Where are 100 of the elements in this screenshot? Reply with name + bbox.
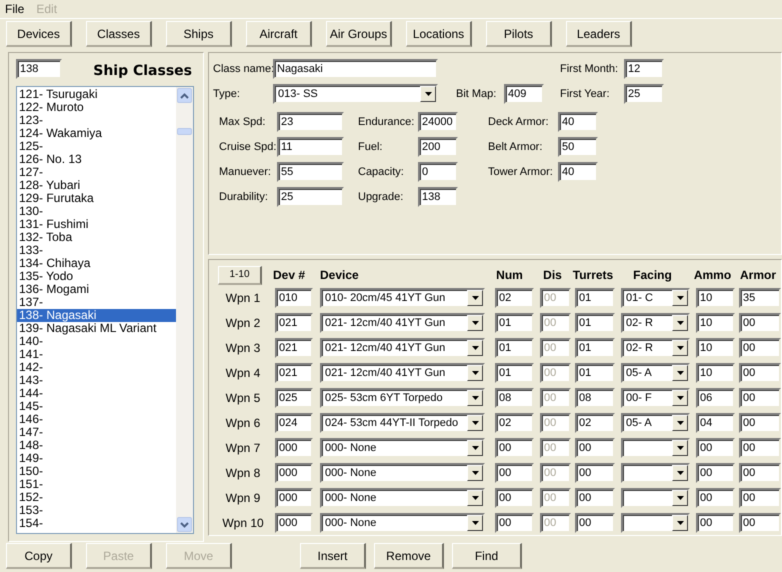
facing-dropdown[interactable]: 05- A [621, 362, 690, 382]
ammo-field[interactable]: 00 [696, 438, 735, 458]
num-field[interactable]: 00 [495, 512, 534, 532]
nav-button[interactable]: Air Groups [326, 21, 392, 47]
device-number-field[interactable]: 021 [275, 312, 313, 332]
action-button[interactable]: Find [452, 543, 522, 569]
armor-field[interactable]: 00 [739, 462, 781, 482]
list-item[interactable]: 135- Yodo [17, 270, 176, 283]
nav-button[interactable]: Aircraft [246, 21, 312, 47]
nav-button[interactable]: Pilots [486, 21, 552, 47]
turrets-field[interactable]: 00 [575, 438, 615, 458]
nav-button[interactable]: Classes [86, 21, 152, 47]
turrets-field[interactable]: 00 [575, 512, 615, 532]
action-button[interactable]: Insert [300, 543, 366, 569]
armor-field[interactable]: 00 [739, 338, 781, 358]
num-field[interactable]: 00 [495, 488, 534, 508]
device-number-field[interactable]: 021 [275, 362, 313, 382]
device-number-field[interactable]: 000 [275, 462, 313, 482]
list-item[interactable]: 145- [17, 400, 176, 413]
armor-field[interactable]: 00 [739, 312, 781, 332]
nav-button[interactable]: Locations [406, 21, 472, 47]
nav-button[interactable]: Devices [6, 21, 72, 47]
facing-dropdown[interactable]: 05- A [621, 412, 690, 432]
num-field[interactable]: 08 [495, 388, 534, 408]
first-year-field[interactable]: 25 [624, 84, 664, 104]
device-dropdown[interactable]: 024- 53cm 44YT-II Torpedo [320, 412, 485, 432]
num-field[interactable]: 00 [495, 438, 534, 458]
device-number-field[interactable]: 000 [275, 512, 313, 532]
list-item[interactable]: 146- [17, 413, 176, 426]
nav-button[interactable]: Ships [166, 21, 232, 47]
turrets-field[interactable]: 08 [575, 388, 615, 408]
device-dropdown[interactable]: 000- None [320, 462, 485, 482]
facing-dropdown[interactable]: 00- F [621, 388, 690, 408]
list-item[interactable]: 141- [17, 348, 176, 361]
list-item[interactable]: 138- Nagasaki [17, 309, 176, 322]
nav-button[interactable]: Leaders [566, 21, 632, 47]
scroll-up-button[interactable] [177, 88, 192, 103]
list-item[interactable]: 144- [17, 387, 176, 400]
list-item[interactable]: 124- Wakamiya [17, 127, 176, 140]
scrollbar-thumb[interactable] [177, 128, 192, 135]
list-item[interactable]: 143- [17, 374, 176, 387]
scroll-down-button[interactable] [177, 517, 192, 532]
stat-field[interactable]: 50 [558, 137, 598, 157]
ammo-field[interactable]: 00 [696, 512, 735, 532]
list-item[interactable]: 150- [17, 465, 176, 478]
device-number-field[interactable]: 021 [275, 338, 313, 358]
stat-field[interactable]: 40 [558, 162, 598, 182]
facing-dropdown[interactable] [621, 462, 690, 482]
armor-field[interactable]: 00 [739, 512, 781, 532]
facing-dropdown[interactable]: 01- C [621, 288, 690, 308]
stat-field[interactable]: 200 [418, 137, 458, 157]
facing-dropdown[interactable] [621, 512, 690, 532]
stat-field[interactable]: 24000 [418, 112, 458, 132]
device-dropdown[interactable]: 021- 12cm/40 41YT Gun [320, 362, 485, 382]
num-field[interactable]: 01 [495, 338, 534, 358]
armor-field[interactable]: 00 [739, 388, 781, 408]
first-month-field[interactable]: 12 [624, 59, 664, 79]
stat-field[interactable]: 40 [558, 112, 598, 132]
turrets-field[interactable]: 02 [575, 412, 615, 432]
stat-field[interactable]: 25 [277, 187, 344, 207]
list-item[interactable]: 134- Chihaya [17, 257, 176, 270]
ammo-field[interactable]: 00 [696, 488, 735, 508]
num-field[interactable]: 02 [495, 412, 534, 432]
list-item[interactable]: 133- [17, 244, 176, 257]
list-item[interactable]: 154- [17, 517, 176, 530]
class-name-field[interactable]: Nagasaki [273, 59, 438, 79]
device-number-field[interactable]: 000 [275, 438, 313, 458]
list-item[interactable]: 128- Yubari [17, 179, 176, 192]
num-field[interactable]: 00 [495, 462, 534, 482]
menu-item[interactable]: File [5, 2, 24, 16]
list-item[interactable]: 149- [17, 452, 176, 465]
type-dropdown[interactable]: 013- SS [273, 84, 438, 104]
list-item[interactable]: 148- [17, 439, 176, 452]
device-dropdown[interactable]: 000- None [320, 438, 485, 458]
turrets-field[interactable]: 00 [575, 462, 615, 482]
ammo-field[interactable]: 00 [696, 462, 735, 482]
search-field[interactable]: 138 [16, 59, 62, 79]
armor-field[interactable]: 00 [739, 438, 781, 458]
num-field[interactable]: 01 [495, 362, 534, 382]
list-item[interactable]: 153- [17, 504, 176, 517]
list-item[interactable]: 147- [17, 426, 176, 439]
turrets-field[interactable]: 01 [575, 288, 615, 308]
list-item[interactable]: 125- [17, 140, 176, 153]
ammo-field[interactable]: 10 [696, 338, 735, 358]
facing-dropdown[interactable] [621, 488, 690, 508]
facing-dropdown[interactable] [621, 438, 690, 458]
device-dropdown[interactable]: 010- 20cm/45 41YT Gun [320, 288, 485, 308]
device-number-field[interactable]: 000 [275, 488, 313, 508]
stat-field[interactable]: 23 [277, 112, 344, 132]
device-dropdown[interactable]: 021- 12cm/40 41YT Gun [320, 338, 485, 358]
action-button[interactable]: Remove [374, 543, 444, 569]
armor-field[interactable]: 00 [739, 362, 781, 382]
list-item[interactable]: 130- [17, 205, 176, 218]
list-item[interactable]: 137- [17, 296, 176, 309]
ammo-field[interactable]: 10 [696, 288, 735, 308]
list-item[interactable]: 123- [17, 114, 176, 127]
list-item[interactable]: 151- [17, 478, 176, 491]
list-item[interactable]: 126- No. 13 [17, 153, 176, 166]
num-field[interactable]: 02 [495, 288, 534, 308]
list-item[interactable]: 122- Muroto [17, 101, 176, 114]
